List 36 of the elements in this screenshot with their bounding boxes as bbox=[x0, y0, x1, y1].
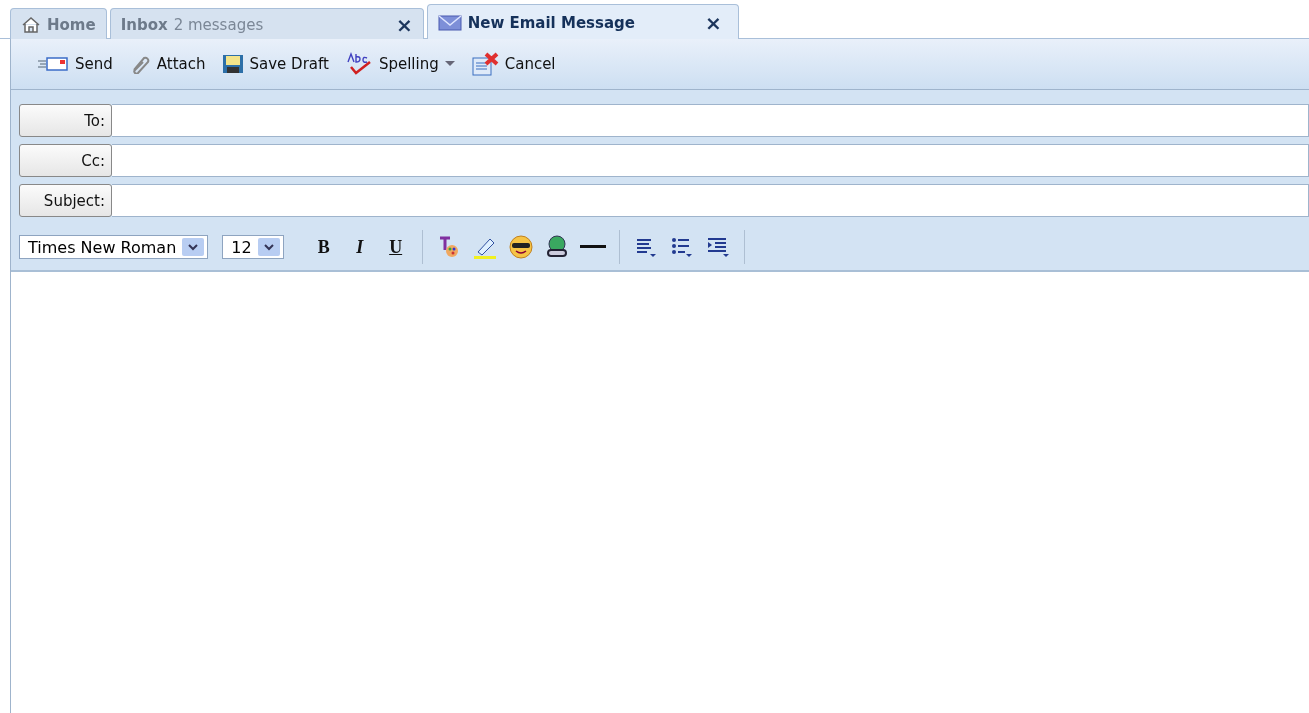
toolbar-button[interactable]: Spelling bbox=[338, 50, 461, 78]
font-select[interactable]: Times New Roman bbox=[19, 235, 209, 259]
italic-button[interactable]: I bbox=[343, 231, 376, 263]
cancel-document-icon bbox=[470, 52, 499, 76]
input-field[interactable] bbox=[112, 144, 1309, 177]
indent-icon bbox=[705, 236, 730, 258]
dropdown-icon bbox=[257, 238, 280, 256]
input-field[interactable] bbox=[112, 184, 1309, 217]
close-button[interactable]: × bbox=[395, 13, 413, 37]
caret-icon bbox=[444, 61, 455, 67]
input-field[interactable] bbox=[112, 104, 1309, 137]
bullet-list-icon bbox=[670, 236, 693, 258]
house-icon bbox=[21, 17, 41, 33]
envelope-icon bbox=[437, 15, 462, 31]
message-count: 2 messages bbox=[173, 16, 264, 34]
line-icon bbox=[579, 245, 606, 249]
toolbar-button[interactable]: Save Draft bbox=[215, 52, 335, 76]
palette-icon bbox=[437, 236, 460, 258]
envelope-icon bbox=[37, 56, 69, 72]
toolbar-button[interactable]: Cancel bbox=[464, 50, 562, 78]
sunglasses-smiley-icon bbox=[508, 235, 533, 259]
underline-button[interactable]: U bbox=[379, 231, 412, 263]
close-button[interactable]: × bbox=[704, 11, 722, 35]
field-label-button[interactable]: To: bbox=[19, 104, 112, 137]
size-select[interactable]: 12 bbox=[222, 235, 284, 259]
tab[interactable]: Inbox 2 messages × bbox=[109, 8, 424, 41]
align-left-icon bbox=[634, 236, 657, 258]
dropdown-icon bbox=[182, 238, 205, 256]
spell-check-icon bbox=[344, 52, 373, 76]
toolbar-button[interactable]: Attach bbox=[122, 52, 212, 76]
field-label-button[interactable]: Cc: bbox=[19, 144, 112, 177]
field-label-button[interactable]: Subject: bbox=[19, 184, 112, 217]
bold-button[interactable]: B bbox=[307, 231, 340, 263]
toolbar-button[interactable]: Send bbox=[31, 53, 119, 75]
tab[interactable]: New Email Message × bbox=[426, 4, 739, 41]
globe-link-icon bbox=[544, 235, 569, 259]
